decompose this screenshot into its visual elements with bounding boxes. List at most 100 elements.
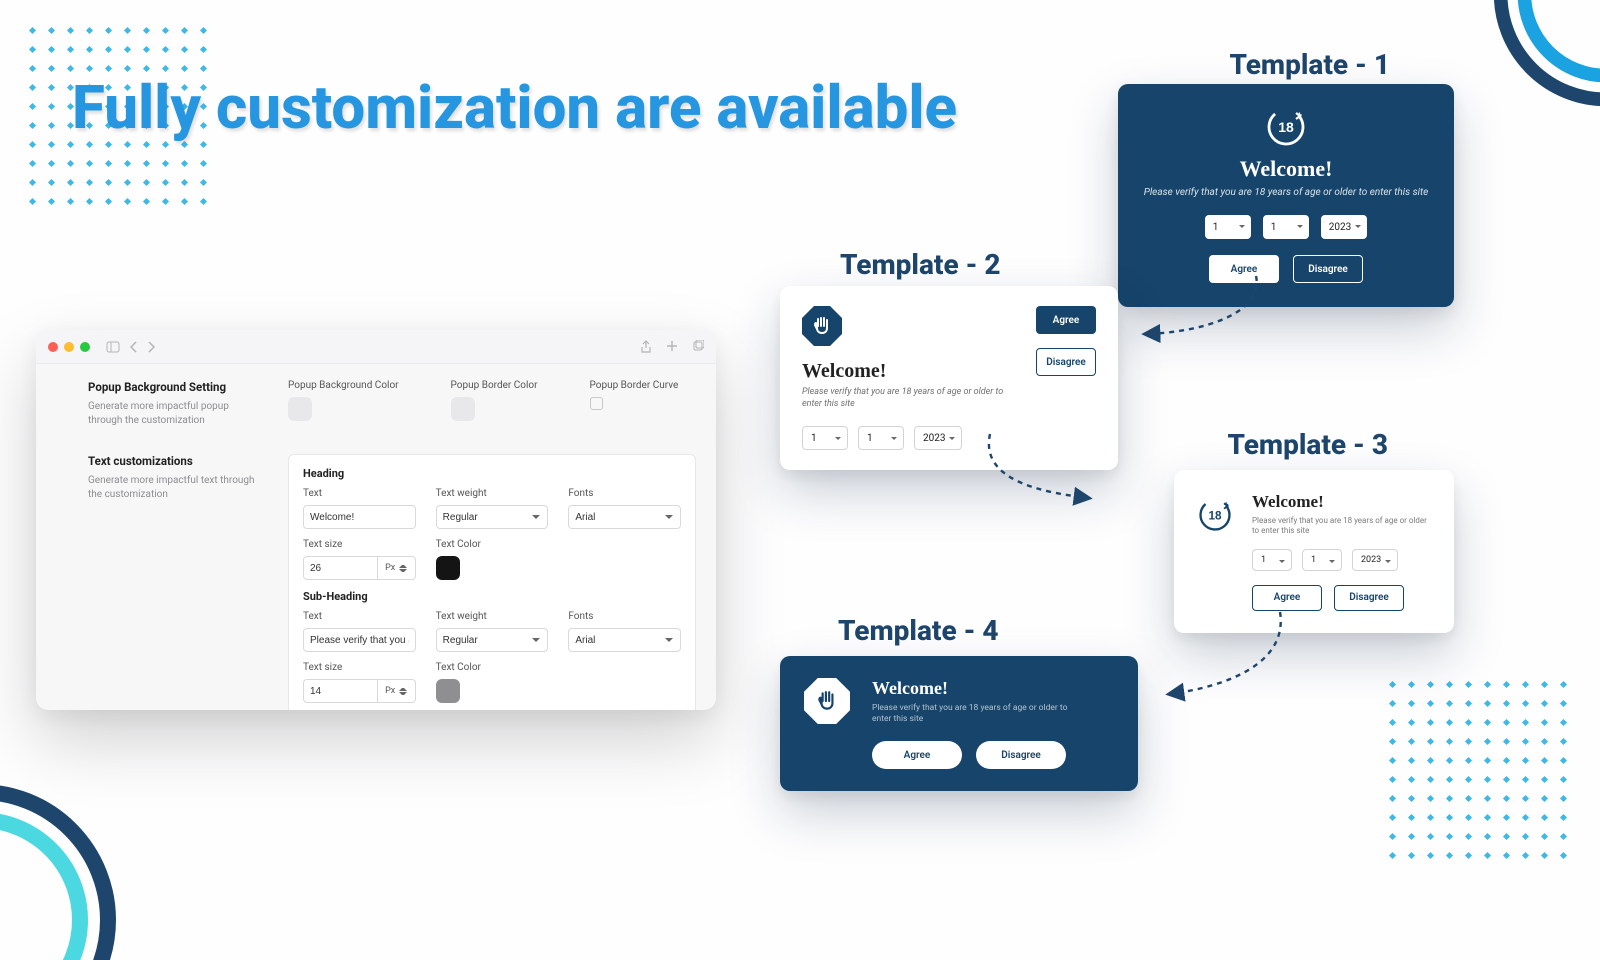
card-subheading: Sub-Heading: [303, 590, 681, 603]
welcome-title: Welcome!: [1252, 492, 1432, 512]
bg-color-swatch[interactable]: [288, 397, 312, 421]
day-select[interactable]: 1: [1205, 215, 1251, 239]
template-4-card: Welcome! Please verify that you are 18 y…: [780, 656, 1138, 791]
year-select[interactable]: 2023: [1321, 215, 1367, 239]
dot-pattern-bottom-right: [1390, 682, 1566, 858]
action-buttons: Agree Disagree: [872, 741, 1114, 769]
month-select[interactable]: 1: [858, 426, 904, 450]
window-body: Popup Background Setting Generate more i…: [36, 364, 716, 710]
color-label: Text Color: [436, 539, 549, 550]
date-select-row: 11 2023: [1252, 549, 1432, 571]
welcome-sub: Please verify that you are 18 years of a…: [1118, 186, 1454, 199]
template-2-label: Template - 2: [840, 248, 1001, 281]
stop-hand-icon: [804, 678, 850, 724]
back-icon[interactable]: [130, 341, 138, 353]
welcome-sub: Please verify that you are 18 years of a…: [1252, 516, 1432, 537]
heading-text-input[interactable]: [303, 505, 416, 529]
heading-font-select[interactable]: Arial: [568, 505, 681, 529]
text-label: Text: [303, 611, 416, 622]
sidebar-icon[interactable]: [106, 341, 120, 353]
action-buttons: Agree Disagree: [1118, 255, 1454, 283]
svg-text:18: 18: [1208, 510, 1222, 523]
template-3-label: Template - 3: [1227, 428, 1388, 461]
date-select-row: 11 2023: [1118, 215, 1454, 239]
forward-icon[interactable]: [148, 341, 156, 353]
action-buttons: Agree Disagree: [1252, 585, 1432, 611]
disagree-button[interactable]: Disagree: [1293, 255, 1363, 283]
sub-size-input[interactable]: [303, 679, 378, 703]
welcome-sub: Please verify that you are 18 years of a…: [872, 703, 1082, 725]
welcome-sub: Please verify that you are 18 years of a…: [802, 387, 1022, 410]
bg-color-label: Popup Background Color: [288, 380, 399, 391]
font-label: Fonts: [568, 611, 681, 622]
sub-weight-select[interactable]: Regular: [436, 628, 549, 652]
text-label: Text: [303, 488, 416, 499]
plus-icon[interactable]: [666, 340, 678, 352]
agree-button[interactable]: Agree: [1209, 255, 1279, 283]
weight-label: Text weight: [436, 488, 549, 499]
welcome-title: Welcome!: [1118, 156, 1454, 182]
agree-button[interactable]: Agree: [872, 741, 962, 769]
share-icon[interactable]: [640, 340, 652, 354]
arc-bottom-left: [0, 760, 140, 960]
sub-text-input[interactable]: [303, 628, 416, 652]
window-actions: [640, 340, 704, 354]
heading-size-input[interactable]: [303, 556, 378, 580]
year-select[interactable]: 2023: [914, 426, 962, 450]
section-desc: Generate more impactful popup through th…: [88, 400, 258, 428]
border-color-label: Popup Border Color: [451, 380, 538, 391]
day-select[interactable]: 1: [802, 426, 848, 450]
template-1-card: 18+ Welcome! Please verify that you are …: [1118, 84, 1454, 307]
welcome-title: Welcome!: [872, 678, 1114, 699]
arc-top-right: [1470, 0, 1600, 130]
window-titlebar: [36, 330, 716, 364]
border-curve-checkbox[interactable]: [590, 397, 603, 410]
size-label: Text size: [303, 662, 416, 673]
border-color-swatch[interactable]: [451, 397, 475, 421]
template-2-card: Welcome! Please verify that you are 18 y…: [780, 286, 1118, 470]
agree-button[interactable]: Agree: [1036, 306, 1096, 334]
traffic-lights: [48, 342, 90, 352]
border-curve-label: Popup Border Curve: [590, 380, 679, 391]
font-label: Fonts: [568, 488, 681, 499]
svg-text:+: +: [1297, 111, 1302, 121]
svg-text:+: +: [1224, 499, 1229, 509]
agree-button[interactable]: Agree: [1252, 585, 1322, 611]
stop-hand-icon: [802, 306, 842, 346]
size-unit[interactable]: Px: [378, 556, 416, 580]
popup-bg-section: Popup Background Setting Generate more i…: [88, 380, 696, 428]
template-1-label: Template - 1: [1229, 48, 1390, 81]
year-select[interactable]: 2023: [1352, 549, 1398, 571]
card-heading: Heading: [303, 467, 681, 480]
age-18-icon: 18+: [1196, 496, 1234, 534]
action-buttons: Agree Disagree: [1036, 306, 1096, 376]
headline: Fully customization are available: [72, 70, 957, 147]
month-select[interactable]: 1: [1263, 215, 1309, 239]
template-3-card: 18+ Welcome! Please verify that you are …: [1174, 470, 1454, 633]
section-title: Text customizations: [88, 454, 258, 468]
weight-label: Text weight: [436, 611, 549, 622]
text-section: Text customizations Generate more impact…: [88, 454, 696, 710]
size-unit[interactable]: Px: [378, 679, 416, 703]
disagree-button[interactable]: Disagree: [976, 741, 1066, 769]
heading-color-swatch[interactable]: [436, 556, 460, 580]
heading-weight-select[interactable]: Regular: [436, 505, 549, 529]
welcome-title: Welcome!: [802, 360, 1022, 383]
sub-font-select[interactable]: Arial: [568, 628, 681, 652]
copy-icon[interactable]: [692, 340, 704, 352]
date-select-row: 11 2023: [802, 426, 1022, 450]
day-select[interactable]: 1: [1252, 549, 1292, 571]
svg-text:18: 18: [1278, 119, 1294, 135]
template-4-label: Template - 4: [838, 614, 999, 647]
age-18-icon: 18+: [1265, 106, 1307, 148]
nav-tools: [106, 341, 156, 353]
size-label: Text size: [303, 539, 416, 550]
sub-color-swatch[interactable]: [436, 679, 460, 703]
month-select[interactable]: 1: [1302, 549, 1342, 571]
section-desc: Generate more impactful text through the…: [88, 474, 258, 502]
disagree-button[interactable]: Disagree: [1036, 348, 1096, 376]
section-title: Popup Background Setting: [88, 380, 258, 394]
color-label: Text Color: [436, 662, 549, 673]
disagree-button[interactable]: Disagree: [1334, 585, 1404, 611]
settings-window: Popup Background Setting Generate more i…: [36, 330, 716, 710]
